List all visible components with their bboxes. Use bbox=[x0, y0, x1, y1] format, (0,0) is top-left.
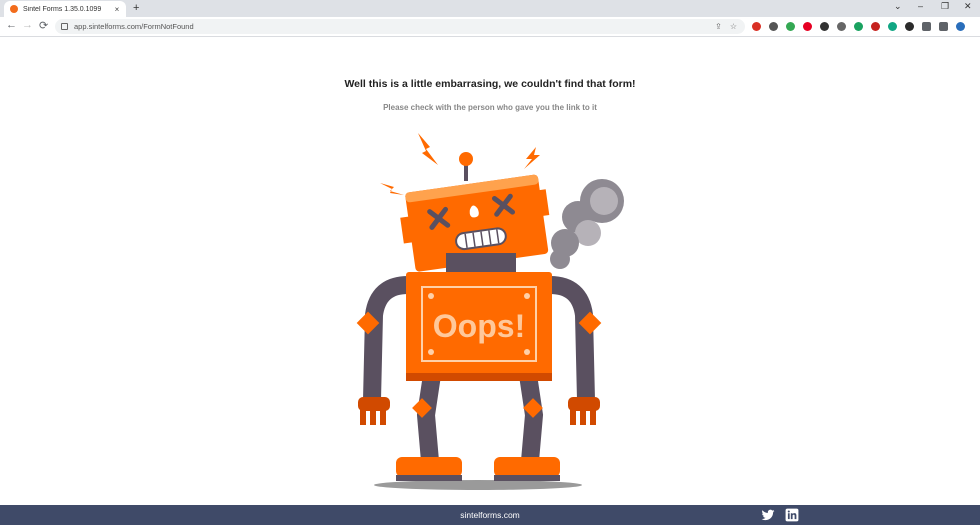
sintel-favicon-icon bbox=[10, 5, 18, 13]
share-icon[interactable]: ⇪ bbox=[715, 22, 722, 31]
left-foot bbox=[396, 457, 462, 481]
ext-5-icon[interactable] bbox=[820, 22, 829, 31]
close-tab-icon[interactable]: × bbox=[112, 5, 122, 14]
ext-1-icon[interactable] bbox=[752, 22, 761, 31]
twitter-icon[interactable] bbox=[761, 508, 775, 522]
right-foot bbox=[494, 457, 560, 481]
left-arm bbox=[363, 276, 417, 409]
tab-strip: Sintel Forms 1.35.0.1099 × + ⌄ – ❐ ✕ bbox=[0, 0, 980, 17]
robot-shadow bbox=[374, 480, 582, 490]
back-button[interactable]: ← bbox=[6, 19, 17, 31]
reload-button[interactable]: ⟳ bbox=[39, 19, 48, 32]
sidebar-icon[interactable] bbox=[939, 22, 948, 31]
right-hand bbox=[568, 397, 600, 425]
profile-avatar[interactable] bbox=[956, 22, 965, 31]
tab-search-icon[interactable]: ⌄ bbox=[894, 1, 902, 12]
browser-toolbar: ← → ⟳ app.sintelforms.com/FormNotFound ⇪… bbox=[0, 17, 980, 37]
antenna-bulb bbox=[459, 152, 473, 166]
smoke-cloud bbox=[550, 179, 624, 269]
forward-button[interactable]: → bbox=[22, 19, 33, 31]
oops-sign-text: Oops! bbox=[433, 308, 525, 344]
address-bar[interactable]: app.sintelforms.com/FormNotFound ⇪ ☆ bbox=[55, 19, 745, 34]
spark-icon bbox=[380, 183, 404, 195]
footer: sintelforms.com bbox=[0, 505, 980, 525]
star-icon[interactable]: ☆ bbox=[730, 22, 737, 31]
ext-6-icon[interactable] bbox=[837, 22, 846, 31]
url-text[interactable]: app.sintelforms.com/FormNotFound bbox=[74, 22, 715, 31]
restore-button[interactable]: ❐ bbox=[941, 1, 949, 12]
close-window-button[interactable]: ✕ bbox=[964, 1, 972, 12]
footer-link[interactable]: sintelforms.com bbox=[0, 510, 980, 520]
tab-title: Sintel Forms 1.35.0.1099 bbox=[23, 5, 102, 13]
pinterest-icon[interactable] bbox=[803, 22, 812, 31]
left-hand bbox=[358, 397, 390, 425]
puzzle-icon[interactable] bbox=[922, 22, 931, 31]
linkedin-icon[interactable] bbox=[785, 508, 799, 522]
spark-icon bbox=[418, 133, 438, 165]
ext-2-icon[interactable] bbox=[769, 22, 778, 31]
page-subtitle: Please check with the person who gave yo… bbox=[383, 103, 597, 112]
page-title: Well this is a little embarrasing, we co… bbox=[344, 78, 636, 90]
ext-9-icon[interactable] bbox=[888, 22, 897, 31]
minimize-button[interactable]: – bbox=[918, 1, 923, 11]
ext-3-icon[interactable] bbox=[786, 22, 795, 31]
right-arm bbox=[541, 276, 595, 409]
ext-10-icon[interactable] bbox=[905, 22, 914, 31]
new-tab-button[interactable]: + bbox=[133, 2, 139, 14]
robot-illustration: Oops! bbox=[356, 133, 624, 490]
browser-tab[interactable]: Sintel Forms 1.35.0.1099 × bbox=[4, 1, 126, 17]
lock-icon bbox=[61, 23, 68, 30]
spark-icon bbox=[524, 147, 540, 169]
ext-8-icon[interactable] bbox=[871, 22, 880, 31]
ext-7-icon[interactable] bbox=[854, 22, 863, 31]
